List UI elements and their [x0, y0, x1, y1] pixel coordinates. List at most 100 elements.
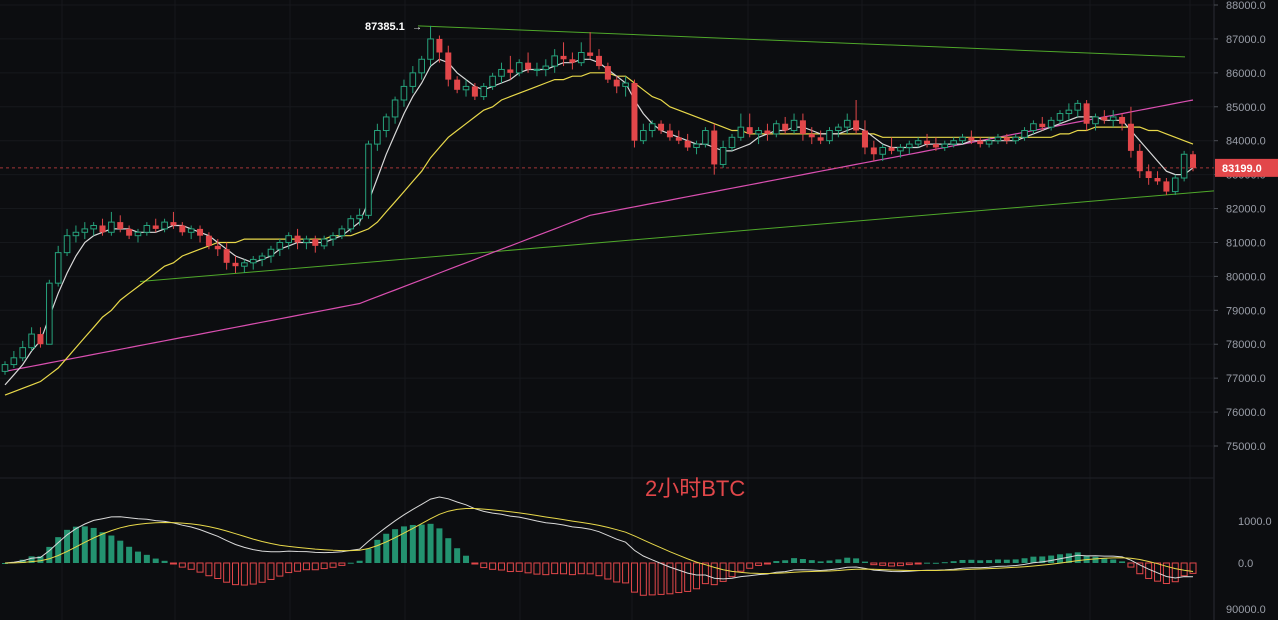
candle-body-down — [525, 62, 532, 70]
y-tick-label: 78000.0 — [1226, 339, 1266, 351]
candle-body-up — [640, 130, 647, 142]
macd-hist-bar-up — [436, 528, 443, 563]
candle-body-up — [914, 140, 922, 145]
macd-hist-bar-up — [365, 548, 372, 563]
candle-body-up — [755, 130, 762, 135]
candle-body-down — [853, 120, 860, 131]
y-tick-label: 85000.0 — [1226, 102, 1266, 114]
candle-body-down — [1083, 103, 1090, 124]
candle-body-up — [533, 68, 541, 71]
candle-body-up — [267, 248, 275, 257]
candle-body-up — [10, 357, 18, 366]
candle-body-down — [1190, 154, 1196, 168]
candle-body-down — [1101, 116, 1108, 121]
candle-body-down — [1039, 123, 1046, 128]
candle-body-down — [454, 79, 461, 90]
candle-body-up — [728, 136, 736, 148]
macd-hist-bar-up — [932, 562, 939, 564]
candle-body-up — [90, 225, 97, 230]
candle-body-up — [1056, 113, 1064, 121]
candle-body-down — [675, 137, 682, 141]
y-tick-label: 88000.0 — [1226, 0, 1266, 12]
candle-body-down — [666, 130, 673, 138]
y-tick-label: 80000.0 — [1226, 271, 1266, 283]
y-tick-label: 82000.0 — [1226, 204, 1266, 216]
candle-body-up — [1012, 136, 1019, 142]
candle-body-up — [108, 221, 115, 233]
candle-body-up — [356, 214, 363, 220]
macd-hist-bar-up — [844, 557, 851, 563]
candle-body-up — [72, 231, 80, 237]
macd-hist-bar-up — [861, 561, 868, 563]
candle-body-up — [249, 258, 257, 264]
candle-body-down — [817, 137, 824, 141]
candle-body-down — [294, 235, 301, 243]
candle-body-up — [19, 347, 27, 359]
candle-body-up — [843, 119, 851, 128]
candle-body-down — [37, 334, 44, 345]
candle-body-up — [400, 85, 408, 101]
macd-hist-bar-up — [959, 559, 966, 563]
macd-hist-bar-up — [152, 558, 159, 563]
last-price-label: 83199.0 — [1222, 163, 1262, 175]
candle-body-down — [214, 245, 221, 250]
candle-body-down — [782, 123, 789, 131]
candle-body-down — [888, 147, 895, 151]
candle-body-down — [1145, 171, 1152, 179]
btc-chart[interactable]: 1000.0 0.0 90000.0 88000.0 87000.0 86000.0 85… — [0, 0, 1278, 620]
candle-body-up — [382, 116, 390, 132]
candle-body-up — [577, 51, 585, 64]
candle-body-up — [347, 218, 355, 230]
macd-hist-bar-up — [347, 562, 354, 564]
candle-body-down — [764, 130, 771, 134]
macd-hist-bar-up — [941, 562, 948, 564]
high-arrow-icon: → — [412, 22, 422, 33]
y-tick-label: 77000.0 — [1226, 373, 1266, 385]
candle-body-down — [870, 147, 877, 155]
candle-body-down — [1154, 178, 1161, 182]
candle-body-up — [143, 225, 151, 233]
candle-body-up — [1065, 109, 1073, 115]
candle-body-up — [1180, 153, 1188, 179]
candle-body-down — [197, 228, 204, 236]
candle-body-down — [445, 52, 452, 80]
candle-body-down — [223, 249, 230, 263]
candle-body-up — [1030, 123, 1037, 132]
candle-body-up — [329, 235, 337, 240]
candle-body-down — [126, 228, 133, 236]
candle-body-up — [161, 221, 168, 230]
candle-body-up — [702, 130, 709, 145]
macd-hist-bar-up — [791, 558, 798, 563]
macd-hist-bar-up — [161, 560, 168, 563]
candle-body-up — [1171, 177, 1179, 193]
macd-hist-bar-up — [994, 559, 1001, 563]
macd-hist-bar-up — [1119, 561, 1126, 563]
macd-hist-bar-up — [950, 561, 957, 563]
candle-body-up — [835, 126, 842, 132]
y-tick-label: 76000.0 — [1226, 407, 1266, 419]
macd-hist-bar-up — [383, 533, 390, 563]
candle-body-up — [719, 146, 727, 165]
candle-body-up — [994, 136, 1002, 142]
candle-body-up — [46, 282, 53, 345]
candle-body-down — [117, 222, 124, 229]
candle-body-down — [587, 52, 594, 56]
candle-body-up — [1021, 130, 1028, 138]
candle-body-up — [63, 235, 71, 254]
candle-body-down — [436, 38, 443, 53]
candle-body-up — [737, 126, 745, 138]
candle-body-up — [187, 228, 195, 233]
candle-body-up — [941, 143, 949, 148]
macd-hist-bar-up — [817, 561, 824, 563]
candle-body-down — [746, 127, 753, 134]
candle-body-up — [985, 140, 993, 145]
candle-body-down — [170, 222, 177, 226]
macd-hist-bar-up — [134, 551, 141, 563]
candle-body-down — [613, 79, 620, 87]
candle-body-down — [631, 83, 638, 141]
candle-body-up — [1047, 119, 1055, 128]
candle-body-up — [542, 65, 550, 70]
candle-body-up — [950, 140, 957, 145]
candle-body-down — [1119, 116, 1126, 124]
candle-body-up — [622, 82, 629, 87]
